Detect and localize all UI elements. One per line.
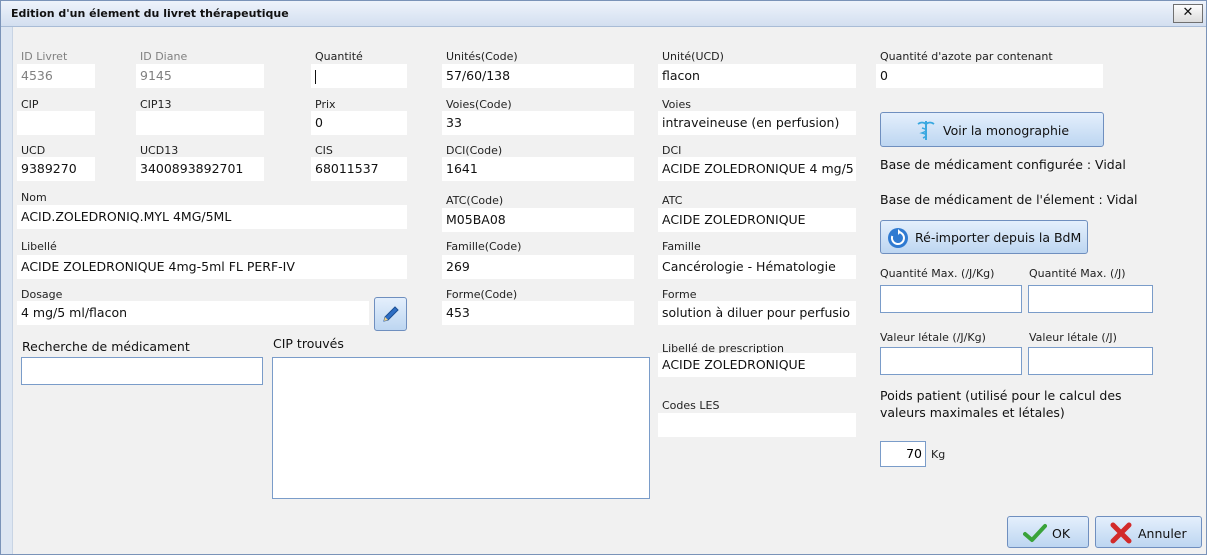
voies-field[interactable]: intraveineuse (en perfusion) <box>658 111 856 135</box>
ok-button[interactable]: OK <box>1007 516 1089 548</box>
ucd-field[interactable]: 9389270 <box>17 157 95 181</box>
prix-label: Prix <box>315 98 336 111</box>
cip-trouves-label: CIP trouvés <box>273 336 344 351</box>
dci-label: DCI <box>662 144 682 157</box>
codes-les-label: Codes LES <box>662 399 720 412</box>
quantite-field[interactable] <box>311 64 407 88</box>
azote-label: Quantité d'azote par contenant <box>880 50 1053 63</box>
libelle-prescription-field[interactable]: ACIDE ZOLEDRONIQUE <box>658 353 856 377</box>
atc-code-field[interactable]: M05BA08 <box>442 208 634 232</box>
voir-monographie-label: Voir la monographie <box>943 123 1070 138</box>
atc-label: ATC <box>662 194 683 207</box>
nom-label: Nom <box>21 191 47 204</box>
cip-label: CIP <box>21 98 39 111</box>
azote-field[interactable]: 0 <box>876 64 1103 88</box>
valeur-letale-jkg-input[interactable] <box>880 347 1022 375</box>
dosage-field[interactable]: 4 mg/5 ml/flacon <box>17 301 369 325</box>
voir-monographie-button[interactable]: Voir la monographie <box>880 112 1104 147</box>
famille-field[interactable]: Cancérologie - Hématologie <box>658 255 856 279</box>
dci-code-field[interactable]: 1641 <box>442 157 634 181</box>
atc-field[interactable]: ACIDE ZOLEDRONIQUE <box>658 208 856 232</box>
voies-label: Voies <box>662 98 691 111</box>
forme-code-label: Forme(Code) <box>446 288 518 301</box>
voies-code-field[interactable]: 33 <box>442 111 634 135</box>
id-livret-field: 4536 <box>17 64 95 88</box>
dci-code-label: DCI(Code) <box>446 144 503 157</box>
caduceus-icon <box>917 121 935 140</box>
title-bar: Edition d'un élement du livret thérapeut… <box>1 1 1206 27</box>
poids-label: Poids patient (utilisé pour le calcul de… <box>880 388 1122 420</box>
cis-field[interactable]: 68011537 <box>311 157 407 181</box>
qmax-jkg-label: Quantité Max. (/J/Kg) <box>880 267 995 280</box>
reimporter-button[interactable]: Ré-importer depuis la BdM <box>880 220 1088 254</box>
voies-code-label: Voies(Code) <box>446 98 512 111</box>
search-input[interactable] <box>21 357 263 385</box>
cip13-label: CIP13 <box>140 98 172 111</box>
quantite-label: Quantité <box>315 50 363 63</box>
edit-element-dialog: Edition d'un élement du livret thérapeut… <box>0 0 1207 555</box>
id-diane-field: 9145 <box>136 64 264 88</box>
famille-code-field[interactable]: 269 <box>442 255 634 279</box>
qmax-j-input[interactable] <box>1028 285 1153 313</box>
cip-field[interactable] <box>17 111 95 135</box>
famille-code-label: Famille(Code) <box>446 240 522 253</box>
unite-ucd-label: Unité(UCD) <box>662 50 724 63</box>
cip-trouves-list[interactable] <box>272 357 650 499</box>
valeur-letale-j-input[interactable] <box>1028 347 1153 375</box>
forme-field[interactable]: solution à diluer pour perfusio <box>658 301 856 325</box>
libelle-field[interactable]: ACIDE ZOLEDRONIQUE 4mg-5ml FL PERF-IV <box>17 255 407 279</box>
poids-input[interactable]: 70 <box>880 441 926 467</box>
unites-code-label: Unités(Code) <box>446 50 518 63</box>
atc-code-label: ATC(Code) <box>446 194 504 207</box>
base-element-text: Base de médicament de l'élement : Vidal <box>880 192 1138 207</box>
vl-jkg-label: Valeur létale (/J/Kg) <box>880 331 986 344</box>
edit-dosage-button[interactable] <box>374 297 407 331</box>
refresh-icon <box>888 228 908 248</box>
reimporter-label: Ré-importer depuis la BdM <box>915 230 1082 245</box>
qmax-j-label: Quantité Max. (/J) <box>1029 267 1126 280</box>
forme-code-field[interactable]: 453 <box>442 301 634 325</box>
dosage-label: Dosage <box>21 288 63 301</box>
dci-field[interactable]: ACIDE ZOLEDRONIQUE 4 mg/5 <box>658 157 856 181</box>
cancel-button[interactable]: Annuler <box>1095 516 1202 548</box>
vl-j-label: Valeur létale (/J) <box>1029 331 1117 344</box>
codes-les-field[interactable] <box>658 413 856 437</box>
cis-label: CIS <box>315 144 333 157</box>
base-configuree-text: Base de médicament configurée : Vidal <box>880 157 1126 172</box>
prix-field[interactable]: 0 <box>311 111 407 135</box>
forme-label: Forme <box>662 288 697 301</box>
search-label: Recherche de médicament <box>22 339 190 354</box>
unite-ucd-field[interactable]: flacon <box>658 64 856 88</box>
ucd-label: UCD <box>21 144 46 157</box>
poids-unit: Kg <box>931 448 946 461</box>
famille-label: Famille <box>662 240 701 253</box>
qmax-jkg-input[interactable] <box>880 285 1022 313</box>
ok-label: OK <box>1052 526 1071 541</box>
pencil-icon <box>383 306 399 322</box>
cancel-label: Annuler <box>1138 526 1187 541</box>
libelle-label: Libellé <box>21 240 57 253</box>
unites-code-field[interactable]: 57/60/138 <box>442 64 634 88</box>
id-livret-label: ID Livret <box>21 50 68 63</box>
dialog-title: Edition d'un élement du livret thérapeut… <box>11 7 289 20</box>
id-diane-label: ID Diane <box>140 50 188 63</box>
nom-field[interactable]: ACID.ZOLEDRONIQ.MYL 4MG/5ML <box>17 205 407 229</box>
cip13-field[interactable] <box>136 111 264 135</box>
close-button[interactable]: ✕ <box>1173 4 1203 23</box>
check-icon <box>1023 524 1047 542</box>
ucd13-label: UCD13 <box>140 144 179 157</box>
left-edge-bar <box>1 27 13 554</box>
cross-icon <box>1110 522 1132 544</box>
ucd13-field[interactable]: 3400893892701 <box>136 157 264 181</box>
